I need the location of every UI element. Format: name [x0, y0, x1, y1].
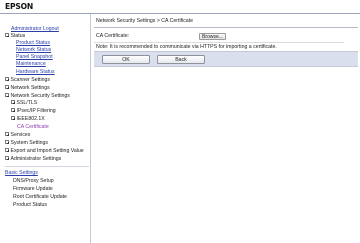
action-bar: OK Back: [94, 51, 358, 67]
epson-logo: EPSON: [5, 2, 34, 11]
sidebar-item-network-status[interactable]: Network Status: [16, 47, 51, 53]
sidebar-group-scanner-settings[interactable]: Scanner Settings: [5, 77, 50, 83]
field-divider: [94, 42, 344, 43]
sidebar-group-label: System Settings: [10, 140, 48, 146]
header-bar: EPSON: [0, 0, 360, 13]
administrator-logout-link[interactable]: Administrator Logout: [11, 26, 59, 32]
sidebar-item-product-status[interactable]: Product Status: [16, 40, 50, 46]
sidebar-item-ssl-tls[interactable]: SSL/TLS: [11, 100, 37, 106]
sidebar-item-label: IPsec/IP Filtering: [16, 108, 56, 114]
status-group-label: Status: [10, 33, 26, 39]
expand-icon[interactable]: [5, 156, 9, 161]
title-divider: [94, 27, 358, 28]
sidebar-divider: [5, 166, 89, 167]
status-group[interactable]: Status: [5, 33, 25, 39]
main-content: Network Security Settings > CA Certifica…: [92, 14, 360, 243]
https-note: Note: It is recommended to communicate v…: [96, 44, 277, 50]
sidebar-item-root-certificate-update[interactable]: Root Certificate Update: [13, 194, 67, 200]
sidebar-group-label: Services: [10, 132, 31, 138]
sidebar-item-ca-certificate[interactable]: CA Certificate: [17, 124, 49, 130]
sidebar-group-system-settings[interactable]: System Settings: [5, 140, 48, 146]
sidebar-item-panel-snapshot[interactable]: Panel Snapshot: [16, 54, 53, 60]
sidebar-group-services[interactable]: Services: [5, 132, 30, 138]
collapse-icon[interactable]: [5, 93, 9, 98]
expand-icon[interactable]: [11, 116, 15, 121]
expand-icon[interactable]: [11, 100, 15, 105]
sidebar-group-label: Network Settings: [10, 85, 50, 91]
sidebar-item-hardware-status[interactable]: Hardware Status: [16, 69, 55, 75]
sidebar-item-dns-proxy-setup[interactable]: DNS/Proxy Setup: [13, 178, 54, 184]
sidebar-item-ieee8021x[interactable]: IEEE802.1X: [11, 116, 45, 122]
expand-icon[interactable]: [5, 140, 9, 145]
sidebar-group-label: Export and Import Setting Value: [10, 148, 84, 154]
collapse-icon[interactable]: [5, 33, 9, 38]
expand-icon[interactable]: [5, 77, 9, 82]
basic-settings-link[interactable]: Basic Settings: [5, 170, 38, 176]
ca-certificate-label: CA Certificate:: [96, 33, 130, 39]
sidebar-item-label: IEEE802.1X: [16, 116, 45, 122]
sidebar: Administrator Logout Status Product Stat…: [0, 14, 91, 243]
expand-icon[interactable]: [11, 108, 15, 113]
sidebar-item-firmware-update[interactable]: Firmware Update: [13, 186, 53, 192]
expand-icon[interactable]: [5, 85, 9, 90]
expand-icon[interactable]: [5, 148, 9, 153]
sidebar-item-label: SSL/TLS: [16, 100, 38, 106]
sidebar-item-maintenance[interactable]: Maintenance: [16, 61, 46, 67]
sidebar-group-label: Administrator Settings: [10, 156, 62, 162]
sidebar-group-label: Scanner Settings: [10, 77, 51, 83]
sidebar-group-administrator-settings[interactable]: Administrator Settings: [5, 156, 61, 162]
expand-icon[interactable]: [5, 132, 9, 137]
sidebar-group-network-security-settings[interactable]: Network Security Settings: [5, 93, 70, 99]
sidebar-group-network-settings[interactable]: Network Settings: [5, 85, 50, 91]
breadcrumb: Network Security Settings > CA Certifica…: [96, 18, 194, 24]
ok-button[interactable]: OK: [102, 55, 150, 64]
back-button[interactable]: Back: [157, 55, 205, 64]
sidebar-group-export-import[interactable]: Export and Import Setting Value: [5, 148, 84, 154]
sidebar-item-product-status-basic[interactable]: Product Status: [13, 202, 47, 208]
sidebar-item-ipsec-ip-filtering[interactable]: IPsec/IP Filtering: [11, 108, 56, 114]
browse-button[interactable]: Browse...: [199, 33, 226, 40]
sidebar-group-label: Network Security Settings: [10, 93, 70, 99]
